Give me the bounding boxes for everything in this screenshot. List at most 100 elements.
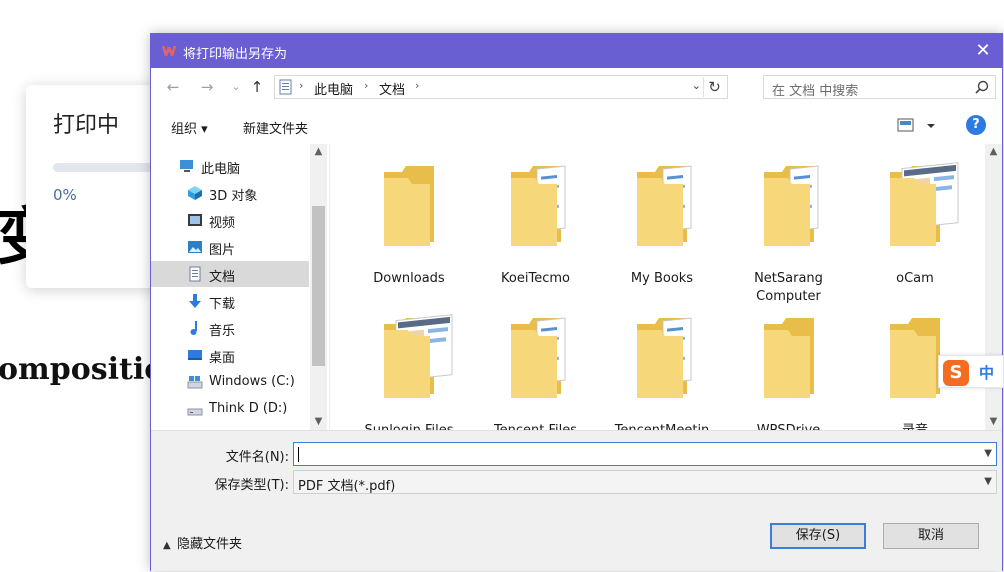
filetype-label: 保存类型(T): — [214, 478, 289, 493]
navigation-pane: 此电脑 3D 对象视频图片文档下载音乐桌面 Windows (C:) Think D … — [151, 144, 328, 430]
nav-item-label: 音乐 — [209, 324, 236, 339]
folder-item[interactable]: My Books — [603, 154, 721, 304]
nav-item-3d-objects[interactable]: 3D 对象 — [151, 180, 309, 206]
up-button[interactable]: ↑ — [248, 77, 266, 97]
hide-folders-label: 隐藏文件夹 — [177, 537, 243, 552]
nav-item-label: Windows (C:) — [209, 374, 295, 389]
save-options-panel: 文件名(N): ▼ 保存类型(T): PDF 文档(*.pdf) ▼ ▲ 隐藏文件… — [151, 430, 1002, 571]
dialog-title: 将打印输出另存为 — [183, 47, 288, 62]
drive-d-icon — [187, 408, 203, 416]
drive-c-icon — [187, 376, 203, 389]
nav-item-drive-d[interactable]: Think D (D:) — [151, 396, 309, 422]
scroll-up-icon[interactable]: ▲ — [310, 144, 327, 160]
folder-name: KoeiTecmo — [501, 271, 570, 286]
nav-item-label: 此电脑 — [201, 162, 241, 177]
filename-input[interactable]: ▼ — [293, 442, 997, 466]
ime-indicator[interactable]: S 中 — [938, 355, 1004, 388]
recent-locations-button[interactable]: ⌄ — [227, 77, 245, 97]
print-progress-title: 打印中 — [53, 113, 120, 138]
chevron-down-icon[interactable]: ▼ — [984, 448, 992, 459]
folder-item[interactable]: NetSarang Computer — [730, 154, 848, 304]
nav-item-label: 3D 对象 — [209, 189, 258, 204]
breadcrumb-chevron-icon[interactable]: › — [364, 79, 368, 92]
forward-button[interactable]: → — [198, 77, 216, 97]
search-placeholder: 在 文档 中搜索 — [772, 84, 859, 99]
file-list: Downloads KoeiTecmo My Books NetSarang Comp… — [329, 144, 1002, 438]
nav-item-label: 下载 — [209, 297, 236, 312]
folder-name: My Books — [630, 271, 694, 286]
desktop-icon — [188, 350, 202, 360]
folder-icon — [637, 317, 692, 398]
save-button[interactable]: 保存(S) — [770, 523, 866, 549]
hide-folders-toggle[interactable]: ▲ 隐藏文件夹 — [163, 533, 242, 552]
folder-name: Downloads — [373, 271, 445, 286]
folder-icon — [890, 162, 959, 246]
navigation-bar: ← → ⌄ ↑ › 此电脑 › 文档 › ⌄ ↻ 在 文档 中搜索 — [151, 68, 1002, 106]
breadcrumb-this-pc[interactable]: 此电脑 — [314, 79, 353, 98]
scroll-down-icon[interactable]: ▼ — [310, 414, 327, 430]
folder-icon — [510, 165, 565, 246]
music-icon — [190, 321, 197, 335]
filetype-value: PDF 文档(*.pdf) — [298, 479, 396, 494]
back-button[interactable]: ← — [164, 77, 182, 97]
pictures-icon — [188, 241, 202, 253]
help-button[interactable]: ? — [966, 115, 986, 135]
folder-icon — [763, 318, 814, 398]
print-progress-percent: 0% — [53, 186, 77, 204]
nav-item-label: 文档 — [209, 270, 236, 285]
command-toolbar: 组织 ▾ 新建文件夹 ? — [151, 106, 1002, 144]
folder-icon — [510, 317, 565, 398]
close-button[interactable]: ✕ — [972, 40, 994, 62]
nav-item-computer[interactable]: 此电脑 — [151, 153, 309, 179]
breadcrumb-chevron-icon[interactable]: › — [415, 79, 419, 92]
folder-item[interactable]: oCam — [856, 154, 974, 304]
refresh-button[interactable]: ↻ — [703, 77, 725, 97]
scrollbar-thumb[interactable] — [312, 206, 325, 366]
cancel-button[interactable]: 取消 — [883, 523, 979, 549]
folder-item[interactable]: Downloads — [350, 154, 468, 304]
save-as-dialog: 将打印输出另存为 ✕ ← → ⌄ ↑ › 此电脑 › 文档 › ⌄ ↻ 在 文档… — [150, 33, 1003, 571]
nav-item-pictures[interactable]: 图片 — [151, 234, 309, 260]
folder-icon — [763, 165, 818, 246]
folder-item[interactable]: KoeiTecmo — [477, 154, 595, 304]
download-icon — [189, 294, 201, 308]
search-icon[interactable] — [975, 80, 989, 94]
view-options-icon[interactable] — [897, 117, 937, 135]
new-folder-button[interactable]: 新建文件夹 — [243, 118, 308, 137]
nav-item-download[interactable]: 下载 — [151, 288, 309, 314]
nav-item-label: 桌面 — [209, 351, 236, 366]
sogou-logo-icon: S — [943, 360, 969, 386]
folder-icon — [637, 165, 692, 246]
chevron-up-icon: ▲ — [163, 540, 171, 551]
folder-name: NetSarang Computer — [754, 271, 823, 304]
folder-icon — [384, 166, 434, 246]
wps-logo-icon — [162, 46, 176, 56]
ime-language-label: 中 — [979, 364, 995, 382]
chevron-down-icon[interactable]: ▼ — [984, 476, 992, 487]
navigation-pane-scrollbar[interactable]: ▲ ▼ — [310, 144, 327, 430]
documents-icon — [189, 266, 201, 282]
dialog-titlebar[interactable]: 将打印输出另存为 ✕ — [151, 34, 1002, 68]
breadcrumb-documents[interactable]: 文档 — [379, 79, 405, 98]
nav-item-music[interactable]: 音乐 — [151, 315, 309, 341]
filetype-select[interactable]: PDF 文档(*.pdf) ▼ — [293, 470, 997, 494]
nav-item-drive-c[interactable]: Windows (C:) — [151, 369, 309, 395]
video-icon — [188, 214, 202, 226]
nav-item-label: 图片 — [209, 243, 236, 258]
text-caret — [298, 447, 299, 462]
nav-item-video[interactable]: 视频 — [151, 207, 309, 233]
scroll-down-icon[interactable]: ▼ — [985, 414, 1002, 430]
address-dropdown-icon[interactable]: ⌄ — [692, 79, 701, 92]
organize-button[interactable]: 组织 ▾ — [171, 118, 208, 137]
search-box[interactable]: 在 文档 中搜索 — [763, 75, 996, 99]
breadcrumb-chevron-icon[interactable]: › — [299, 79, 303, 92]
address-bar[interactable]: › 此电脑 › 文档 › ⌄ ↻ — [274, 75, 728, 99]
3d-objects-icon — [188, 186, 202, 200]
scroll-up-icon[interactable]: ▲ — [985, 144, 1002, 160]
nav-item-label: Think D (D:) — [209, 401, 288, 416]
nav-item-documents[interactable]: 文档 — [151, 261, 309, 287]
nav-item-desktop[interactable]: 桌面 — [151, 342, 309, 368]
document-icon — [279, 79, 292, 95]
folder-icon — [384, 314, 453, 398]
filename-label: 文件名(N): — [225, 450, 289, 465]
